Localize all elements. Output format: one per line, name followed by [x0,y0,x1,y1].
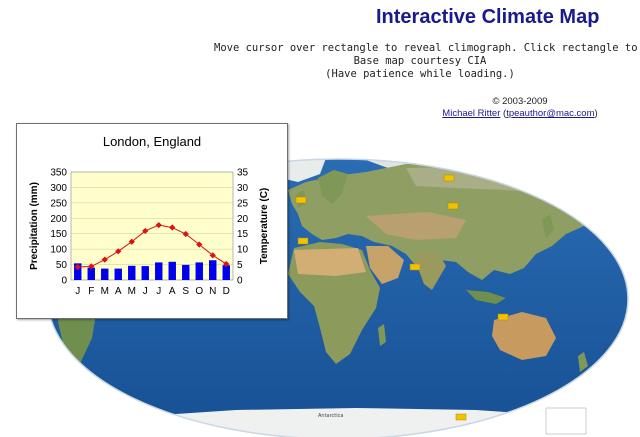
x-tick-label: S [182,286,189,297]
x-tick-label: D [223,286,230,297]
climograph-panel: London, England 0 50 100 150 200 250 300 350 0 5… [16,123,288,319]
author-line: Michael Ritter (tpeauthor@mac.com) [442,108,598,119]
x-tick-label: M [101,286,109,297]
author-link[interactable]: Michael Ritter [442,108,500,119]
author-email-link[interactable]: tpeauthor@mac.com [506,108,594,119]
station-hotspot[interactable] [409,263,421,271]
base-map-credit: Base map courtesy CIA [353,55,487,67]
precipitation-bar [222,265,230,280]
precipitation-bar [155,262,163,280]
precipitation-bar [182,264,190,280]
station-hotspot[interactable] [447,202,459,210]
x-tick-label: M [128,286,136,297]
y-tick-label-right: 20 [237,214,249,225]
precipitation-bar [101,268,109,280]
x-tick-label: J [75,286,80,297]
station-hotspot[interactable] [295,196,307,204]
credit-block: © 2003-2009 Michael Ritter (tpeauthor@ma… [400,96,640,120]
precipitation-bar [141,266,149,280]
station-hotspot[interactable] [455,413,467,421]
precipitation-bar [209,260,217,280]
y-tick-label-right: 5 [237,260,243,271]
x-tick-label: J [156,286,161,297]
y-tick-label-left: 350 [50,168,67,179]
y-axis-right-label: Temperature (C) [259,188,270,265]
copyright-text: © 2003-2009 [492,96,548,107]
precipitation-bar [168,261,176,280]
y-tick-label-right: 0 [237,276,243,287]
x-tick-label: F [88,286,94,297]
y-tick-label-left: 50 [56,260,68,271]
x-tick-label: O [195,286,203,297]
x-tick-label: J [143,286,148,297]
map-legend [545,407,587,435]
y-tick-label-left: 150 [50,229,67,240]
y-tick-label-left: 0 [61,276,67,287]
page-title: Interactive Climate Map [376,6,600,28]
loading-note: (Have patience while loading.) [325,68,515,80]
station-hotspot[interactable] [443,174,455,182]
y-tick-label-left: 200 [50,214,67,225]
y-tick-label-left: 300 [50,183,67,194]
y-tick-label-right: 10 [237,245,249,256]
station-hotspot[interactable] [497,313,509,321]
instructions-block: Move cursor over rectangle to reveal cli… [200,42,640,81]
instructions-text: Move cursor over rectangle to reveal cli… [214,42,640,54]
y-tick-label-right: 35 [237,168,249,179]
precipitation-bar [128,265,136,280]
x-tick-label: A [115,286,122,297]
sahara [294,248,366,276]
precipitation-bar [114,268,122,280]
x-tick-label: N [209,286,216,297]
y-tick-label-right: 30 [237,183,249,194]
y-axis-left-label: Precipitation (mm) [29,182,40,270]
y-tick-label-left: 250 [50,198,67,209]
y-tick-label-right: 25 [237,198,249,209]
chart-title: London, England [103,134,201,149]
y-tick-label-right: 15 [237,229,249,240]
precipitation-bar [195,262,203,280]
antarctica-label: Antarctica [318,413,343,419]
x-tick-label: A [169,286,176,297]
y-tick-label-left: 100 [50,245,67,256]
plot-area [70,171,234,281]
station-hotspot[interactable] [297,237,309,245]
climograph-chart: London, England 0 50 100 150 200 250 300 350 0 5… [29,134,270,297]
